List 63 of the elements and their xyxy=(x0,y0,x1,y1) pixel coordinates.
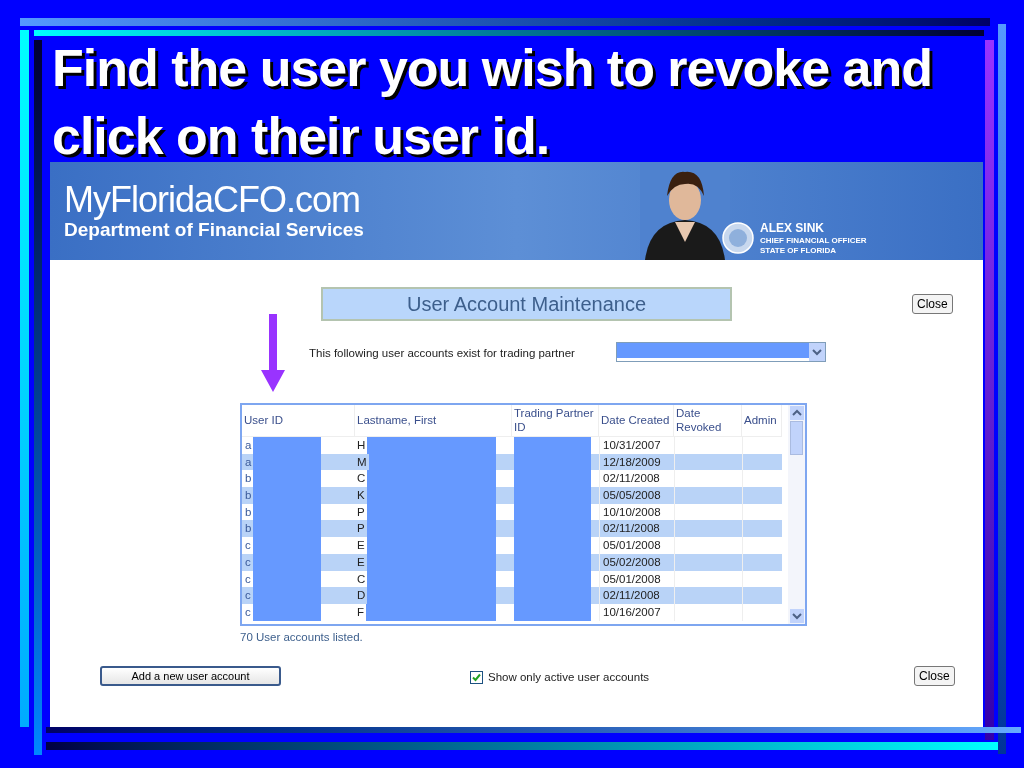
table-cell[interactable]: b xyxy=(245,470,252,488)
official-title: CHIEF FINANCIAL OFFICER xyxy=(760,235,867,246)
column-header[interactable]: Admin xyxy=(744,413,777,428)
table-cell-text: P xyxy=(357,521,365,537)
table-cell-text: K xyxy=(357,488,365,504)
table-cell-text: E xyxy=(357,554,365,570)
table-cell-text: 10/31/2007 xyxy=(603,438,661,453)
official-state: STATE OF FLORIDA xyxy=(760,246,838,256)
partner-dropdown[interactable] xyxy=(616,342,826,362)
scrollbar[interactable] xyxy=(788,405,805,624)
slide-title: Find the user you wish to revoke and click on their user id. xyxy=(52,38,933,167)
table-cell[interactable]: b xyxy=(245,503,252,521)
table-cell[interactable]: c xyxy=(245,537,251,554)
table-cell[interactable]: a xyxy=(245,437,252,454)
down-arrow-icon xyxy=(261,314,285,392)
table-cell[interactable]: b xyxy=(245,487,252,504)
table-cell[interactable]: c xyxy=(245,603,251,621)
table-cell[interactable]: b xyxy=(245,520,252,538)
table-cell[interactable]: c xyxy=(245,587,251,604)
partner-label: This following user accounts exist for trading partner xyxy=(309,346,575,361)
close-button[interactable]: Close xyxy=(912,294,953,314)
column-header[interactable]: Lastname, First xyxy=(357,413,437,428)
table-cell-text: 05/02/2008 xyxy=(603,554,661,570)
department-name: Department of Financial Services xyxy=(64,219,364,241)
account-count: 70 User accounts listed. xyxy=(240,630,363,645)
table-cell-text: M xyxy=(357,454,367,470)
chevron-down-icon xyxy=(809,343,825,361)
table-cell[interactable]: a xyxy=(245,453,252,471)
table-cell-text: 05/05/2008 xyxy=(603,488,661,504)
table-cell-text: 02/11/2008 xyxy=(603,588,660,604)
table-cell-text: F xyxy=(357,604,365,620)
scroll-up-icon[interactable] xyxy=(789,406,804,420)
column-header[interactable]: Trading Partner ID xyxy=(514,407,598,434)
table-cell-text: P xyxy=(357,504,365,520)
table-cell-text: C xyxy=(357,571,366,587)
table-cell-text: 02/11/2008 xyxy=(603,471,660,487)
checkbox[interactable] xyxy=(470,671,483,685)
table-cell-text: E xyxy=(357,538,365,554)
table-cell[interactable]: c xyxy=(245,553,251,571)
page-heading: User Account Maintenance xyxy=(321,287,732,321)
check-icon xyxy=(472,673,481,683)
official-name: ALEX SINK xyxy=(760,222,825,235)
table-cell-text: C xyxy=(357,471,366,487)
site-logo: MyFloridaCFO.com xyxy=(64,181,362,219)
scroll-down-icon[interactable] xyxy=(789,609,804,623)
table-cell-text: H xyxy=(357,438,366,453)
column-header[interactable]: Date Created xyxy=(601,413,670,428)
table-cell-text: 05/01/2008 xyxy=(603,538,661,554)
state-seal-icon xyxy=(722,222,754,254)
table-cell-text: 12/18/2009 xyxy=(603,454,661,470)
table-cell-text: 05/01/2008 xyxy=(603,571,661,587)
checkbox-label: Show only active user accounts xyxy=(488,670,650,685)
table-cell-text: 10/16/2007 xyxy=(603,604,661,620)
table-cell[interactable]: c xyxy=(245,570,251,588)
column-header[interactable]: User ID xyxy=(244,413,283,428)
close-button[interactable]: Close xyxy=(914,666,955,686)
redaction-bar xyxy=(253,437,322,454)
scroll-thumb[interactable] xyxy=(790,421,803,455)
table-cell-text: 02/11/2008 xyxy=(603,521,660,537)
table-cell-text: D xyxy=(357,588,366,604)
table-cell-text: 10/10/2008 xyxy=(603,504,661,520)
column-header[interactable]: Date Revoked xyxy=(676,407,741,434)
add-user-button[interactable]: Add a new user account xyxy=(100,666,281,686)
